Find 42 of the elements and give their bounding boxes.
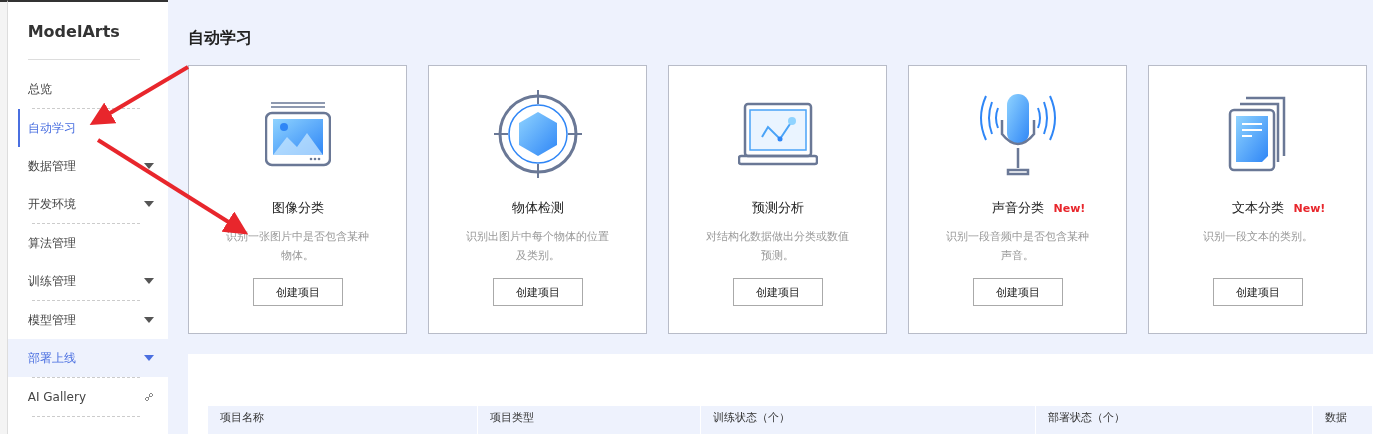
- card-description: 识别一段音频中是否包含某种声音。: [945, 229, 1090, 264]
- document-icon: [1227, 96, 1288, 172]
- column-header: 数据: [1313, 406, 1373, 434]
- create-project-button[interactable]: 创建项目: [1212, 278, 1303, 306]
- new-label: New!: [1053, 201, 1086, 215]
- card-title: 图像分类: [271, 199, 324, 217]
- laptop-chart-icon: [737, 102, 818, 166]
- column-header: 部署状态（个）: [1036, 406, 1313, 434]
- sidebar-item[interactable]: 模型管理: [7, 301, 168, 339]
- caret-icon: [144, 317, 154, 323]
- create-project-button[interactable]: 创建项目: [492, 278, 583, 306]
- new-label: New!: [1293, 201, 1326, 215]
- sidebar-item[interactable]: 开发环境: [7, 185, 168, 223]
- sidebar-item[interactable]: 训练管理: [7, 262, 168, 300]
- column-header: 训练状态（个）: [701, 406, 1036, 434]
- sidebar-item[interactable]: AI Gallery: [7, 378, 168, 416]
- sidebar-item[interactable]: 自动学习: [17, 109, 168, 147]
- column-header: 项目类型: [478, 406, 701, 434]
- caret-icon: [144, 163, 154, 169]
- card-title: 预测分析: [751, 199, 804, 217]
- create-project-button[interactable]: 创建项目: [732, 278, 823, 306]
- create-project-button[interactable]: 创建项目: [252, 278, 343, 306]
- sidebar-item[interactable]: 数据管理: [7, 147, 168, 185]
- create-project-button[interactable]: 创建项目: [972, 278, 1063, 306]
- image-icon: [264, 101, 331, 167]
- target-icon: [493, 90, 582, 178]
- card-title: 声音分类: [991, 199, 1044, 217]
- caret-icon: [144, 201, 154, 207]
- sidebar-item[interactable]: 部署上线: [7, 339, 168, 377]
- caret-icon: [144, 278, 154, 284]
- column-header: 项目名称: [208, 406, 478, 434]
- sidebar-item[interactable]: 总览: [7, 70, 168, 108]
- card-title: 文本分类: [1231, 199, 1284, 217]
- card-description: 识别出图片中每个物体的位置及类别。: [465, 229, 610, 264]
- link-icon: [144, 392, 154, 402]
- page-title: 自动学习: [188, 28, 253, 49]
- caret-icon: [144, 355, 154, 361]
- sidebar-item[interactable]: 算法管理: [7, 224, 168, 262]
- app-title: ModelArts: [27, 22, 121, 41]
- card-description: 对结构化数据做出分类或数值预测。: [705, 229, 850, 264]
- card-description: 识别一段文本的类别。: [1201, 229, 1314, 245]
- card-title: 物体检测: [511, 199, 564, 217]
